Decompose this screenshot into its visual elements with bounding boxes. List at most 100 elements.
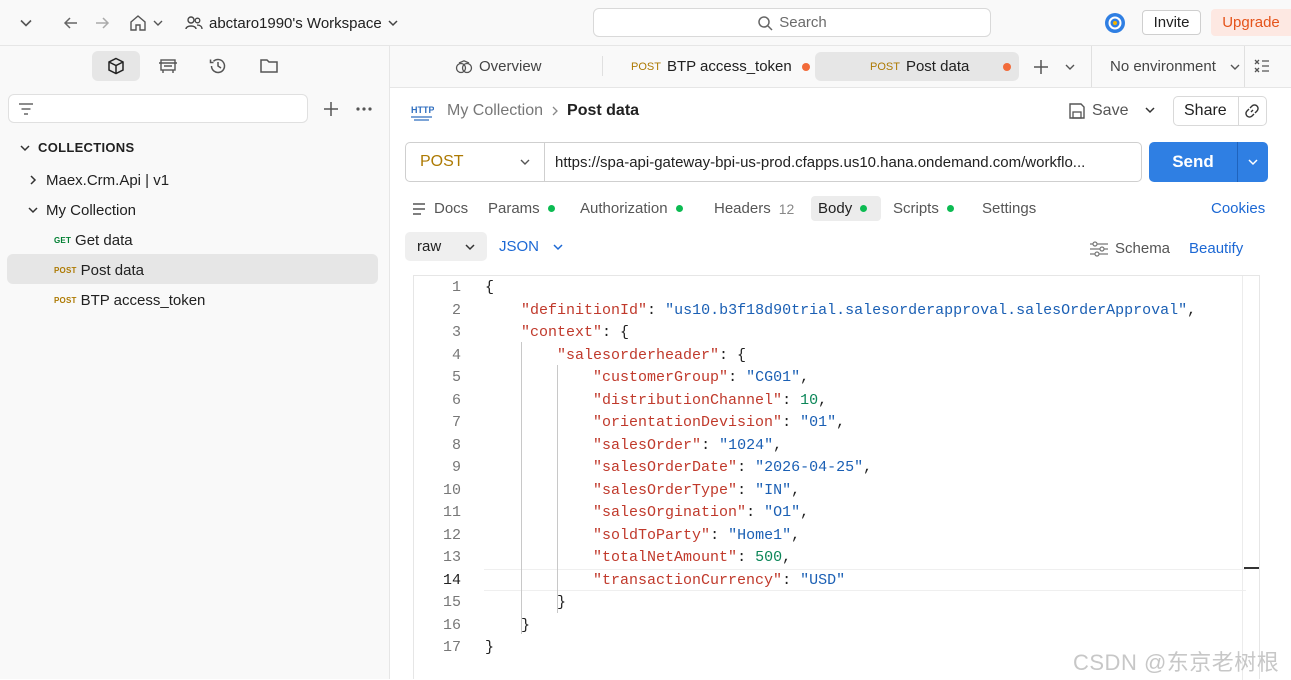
- home-dropdown-chevron-icon[interactable]: [151, 13, 165, 33]
- folder-icon: [260, 59, 278, 73]
- collections-section-header[interactable]: COLLECTIONS: [20, 140, 134, 155]
- active-dot-icon: [860, 205, 868, 212]
- save-icon: [1069, 103, 1085, 119]
- tab-label: Post data: [905, 58, 970, 75]
- more-options-icon[interactable]: [353, 98, 375, 120]
- code-line: "salesOrgination": "O1",: [593, 504, 810, 521]
- tab-btp-access-token[interactable]: POST BTP access_token: [631, 52, 810, 81]
- url-input[interactable]: https://spa-api-gateway-bpi-us-prod.cfap…: [545, 143, 1141, 181]
- active-dot-icon: [547, 205, 555, 212]
- upgrade-button[interactable]: Upgrade: [1211, 9, 1291, 36]
- chevron-down-icon: [20, 144, 30, 151]
- body-code-editor[interactable]: 1 2 3 4 5 6 7 8 9 10 11 12 13 14 15 16 17 { "definitionI…: [413, 275, 1260, 680]
- search-placeholder: Search: [779, 14, 827, 31]
- sidebar-item-get-data[interactable]: GET Get data: [54, 230, 133, 250]
- line-number: 1: [451, 279, 461, 296]
- new-collection-plus-icon[interactable]: [320, 98, 342, 120]
- method-badge: GET: [54, 235, 72, 245]
- collections-title: COLLECTIONS: [38, 140, 135, 155]
- cookies-label: Cookies: [1211, 200, 1266, 217]
- sidebar-item-my-collection[interactable]: My Collection: [28, 200, 136, 220]
- collections-tab[interactable]: [92, 51, 140, 81]
- line-number: 5: [451, 369, 461, 386]
- tab-params[interactable]: Params: [488, 196, 555, 221]
- sync-status-icon[interactable]: [1104, 12, 1126, 34]
- overview-icon: [455, 59, 473, 73]
- chevron-right-icon: [30, 175, 37, 185]
- sidebar-item-post-data[interactable]: POST Post data: [54, 260, 144, 280]
- send-button[interactable]: Send: [1149, 152, 1237, 172]
- new-tab-plus-icon[interactable]: [1030, 56, 1052, 78]
- sidebar-item-btp-access-token[interactable]: POST BTP access_token: [54, 290, 205, 310]
- line-number: 6: [451, 391, 461, 409]
- code-line: }: [485, 594, 567, 611]
- code-line: "definitionId": "us10.b3f18d90trial.sale…: [521, 301, 1197, 319]
- body-language-select[interactable]: JSON: [499, 238, 563, 255]
- save-button[interactable]: Save: [1068, 98, 1128, 124]
- tab-label: Params: [488, 200, 540, 217]
- method-badge: POST: [631, 60, 661, 73]
- tab-docs[interactable]: Docs: [412, 196, 468, 221]
- schema-button[interactable]: Schema: [1089, 240, 1170, 257]
- history-tab[interactable]: [194, 51, 242, 81]
- environment-selector[interactable]: No environment: [1110, 52, 1240, 81]
- sidebar-item-maex-crm-api[interactable]: Maex.Crm.Api | v1: [28, 170, 169, 190]
- code-line: "customerGroup": "CG01",: [593, 369, 810, 386]
- active-dot-icon: [675, 205, 683, 212]
- beautify-button[interactable]: Beautify: [1189, 240, 1243, 257]
- breadcrumb-collection[interactable]: My Collection: [447, 102, 543, 120]
- share-button-group: Share: [1173, 96, 1267, 126]
- environment-quick-look-icon[interactable]: [1252, 56, 1272, 76]
- line-number: 11: [442, 504, 461, 521]
- global-search[interactable]: Search: [593, 8, 991, 37]
- files-tab[interactable]: [245, 51, 293, 81]
- copy-link-icon[interactable]: [1239, 103, 1266, 119]
- environment-label: No environment: [1110, 58, 1216, 75]
- request-name: Get data: [75, 231, 133, 249]
- sidebar-filter-input[interactable]: [8, 94, 308, 123]
- line-number: 17: [442, 639, 461, 656]
- environment-icon: [159, 59, 177, 73]
- code-line: }: [485, 616, 531, 634]
- app-menu-chevron-icon[interactable]: [14, 12, 38, 34]
- code-line: "salesOrderDate": "2026-04-25",: [593, 459, 873, 476]
- tab-post-data[interactable]: POST Post data: [815, 52, 1019, 81]
- environments-tab[interactable]: [144, 51, 192, 81]
- workspace-switcher[interactable]: abctaro1990's Workspace: [185, 12, 398, 34]
- code-line: "totalNetAmount": 500,: [593, 549, 792, 566]
- send-options-chevron-icon[interactable]: [1238, 157, 1268, 167]
- active-dot-icon: [946, 205, 954, 212]
- line-number: 4: [451, 346, 461, 364]
- request-url-bar: POST https://spa-api-gateway-bpi-us-prod…: [405, 142, 1142, 182]
- method-value: POST: [420, 153, 464, 170]
- tab-body[interactable]: Body: [811, 196, 881, 221]
- home-icon[interactable]: [127, 12, 149, 34]
- tabs-overflow-chevron-icon[interactable]: [1062, 58, 1078, 76]
- schema-label: Schema: [1115, 240, 1171, 257]
- tab-label: BTP access_token: [666, 58, 792, 75]
- tab-label: Authorization: [580, 200, 668, 217]
- code-line: "distributionChannel": 10,: [593, 391, 828, 409]
- headers-count: 12: [778, 200, 795, 217]
- method-selector[interactable]: POST: [406, 143, 545, 181]
- share-button[interactable]: Share: [1174, 102, 1230, 120]
- editor-scrollbar[interactable]: [1242, 276, 1259, 680]
- env-divider: [1244, 46, 1245, 87]
- cookies-link[interactable]: Cookies: [1211, 196, 1265, 221]
- line-number: 16: [442, 616, 461, 634]
- body-mode-select[interactable]: raw: [405, 232, 487, 261]
- filter-icon: [19, 103, 33, 115]
- tab-authorization[interactable]: Authorization: [580, 196, 683, 221]
- breadcrumb-request[interactable]: Post data: [567, 102, 639, 120]
- tab-headers[interactable]: Headers 12: [714, 196, 794, 221]
- back-arrow-icon[interactable]: [60, 12, 82, 34]
- tab-settings[interactable]: Settings: [982, 196, 1036, 221]
- tab-overview[interactable]: Overview: [455, 52, 542, 81]
- save-options-chevron-icon[interactable]: [1140, 100, 1160, 120]
- watermark: CSDN @东京老树根: [1073, 650, 1280, 675]
- chevron-down-icon: [465, 243, 475, 250]
- forward-arrow-icon[interactable]: [91, 12, 113, 34]
- chevron-down-icon: [520, 159, 530, 165]
- invite-button[interactable]: Invite: [1142, 10, 1201, 35]
- tab-scripts[interactable]: Scripts: [893, 196, 954, 221]
